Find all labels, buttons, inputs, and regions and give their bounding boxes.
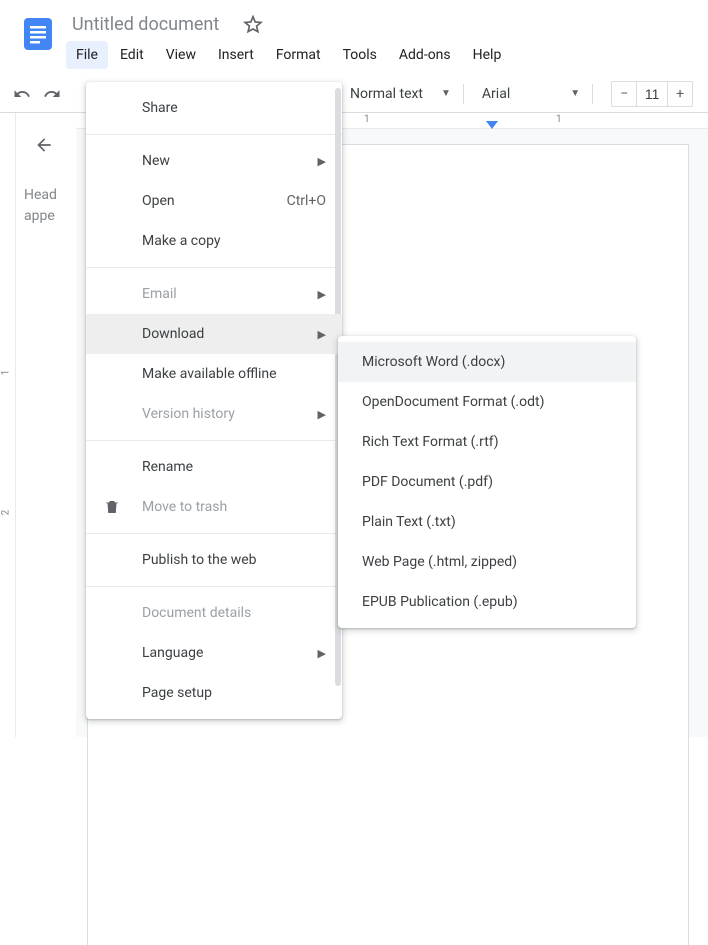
menu-item-version-history[interactable]: Version history ▶ [86, 394, 342, 434]
menu-label: Language [142, 645, 203, 661]
divider [86, 533, 342, 534]
chevron-right-icon: ▶ [318, 328, 326, 341]
menu-label: Page setup [142, 685, 212, 701]
title-row: Untitled document [66, 8, 708, 37]
font-size-decrease-button[interactable]: − [612, 82, 636, 106]
menubar: File Edit View Insert Format Tools Add-o… [66, 37, 708, 69]
outline-placeholder: Head appe [24, 185, 68, 227]
ruler-h-label: 1 [556, 114, 562, 125]
file-menu-dropdown: Share New ▶ Open Ctrl+O Make a copy Emai… [86, 82, 342, 719]
header: Untitled document File Edit View Insert … [0, 0, 708, 69]
menu-item-document-details[interactable]: Document details [86, 593, 342, 633]
separator [592, 84, 593, 104]
menu-tools[interactable]: Tools [333, 41, 387, 69]
first-line-indent-marker[interactable] [486, 119, 498, 135]
document-title[interactable]: Untitled document [66, 12, 225, 37]
menu-help[interactable]: Help [463, 41, 512, 69]
menu-label: Make a copy [142, 233, 221, 249]
menu-label: Publish to the web [142, 552, 257, 568]
shortcut-label: Ctrl+O [287, 193, 326, 209]
menu-edit[interactable]: Edit [110, 41, 154, 69]
divider [86, 440, 342, 441]
menu-item-move-to-trash[interactable]: Move to trash [86, 487, 342, 527]
menu-label: Document details [142, 605, 251, 621]
download-submenu: Microsoft Word (.docx) OpenDocument Form… [338, 336, 636, 628]
divider [86, 267, 342, 268]
menu-item-download[interactable]: Download ▶ [86, 314, 342, 354]
outline-text-line: Head [24, 185, 68, 206]
menu-item-page-setup[interactable]: Page setup [86, 673, 342, 713]
chevron-right-icon: ▶ [318, 408, 326, 421]
submenu-label: EPUB Publication (.epub) [362, 594, 518, 610]
menu-label: Open [142, 193, 175, 209]
redo-icon[interactable] [38, 80, 66, 108]
ruler-v-label: 1 [0, 370, 11, 376]
menu-label: Version history [142, 406, 235, 422]
download-docx[interactable]: Microsoft Word (.docx) [338, 342, 636, 382]
font-family-label: Arial [482, 86, 510, 102]
menu-item-rename[interactable]: Rename [86, 447, 342, 487]
submenu-label: Rich Text Format (.rtf) [362, 434, 499, 450]
outline-text-line: appe [24, 206, 68, 227]
font-size-control: − + [611, 81, 693, 107]
submenu-label: Microsoft Word (.docx) [362, 354, 505, 370]
chevron-right-icon: ▶ [318, 288, 326, 301]
submenu-label: Plain Text (.txt) [362, 514, 456, 530]
download-html[interactable]: Web Page (.html, zipped) [338, 542, 636, 582]
menu-file[interactable]: File [66, 41, 108, 69]
menu-item-language[interactable]: Language ▶ [86, 633, 342, 673]
menu-item-email[interactable]: Email ▶ [86, 274, 342, 314]
font-family-dropdown[interactable]: Arial ▼ [470, 80, 586, 108]
submenu-label: Web Page (.html, zipped) [362, 554, 517, 570]
star-icon[interactable] [241, 13, 265, 37]
chevron-right-icon: ▶ [318, 155, 326, 168]
submenu-label: PDF Document (.pdf) [362, 474, 493, 490]
download-rtf[interactable]: Rich Text Format (.rtf) [338, 422, 636, 462]
download-pdf[interactable]: PDF Document (.pdf) [338, 462, 636, 502]
ruler-h-label: 1 [364, 114, 370, 125]
submenu-label: OpenDocument Format (.odt) [362, 394, 544, 410]
download-epub[interactable]: EPUB Publication (.epub) [338, 582, 636, 622]
menu-item-publish-to-web[interactable]: Publish to the web [86, 540, 342, 580]
menu-item-new[interactable]: New ▶ [86, 141, 342, 181]
undo-icon[interactable] [8, 80, 36, 108]
trash-icon [102, 497, 122, 517]
menu-item-open[interactable]: Open Ctrl+O [86, 181, 342, 221]
menu-item-make-a-copy[interactable]: Make a copy [86, 221, 342, 261]
paragraph-style-label: Normal text [350, 86, 423, 102]
menu-addons[interactable]: Add-ons [389, 41, 461, 69]
menu-label: Move to trash [142, 499, 227, 515]
chevron-down-icon: ▼ [570, 88, 580, 99]
menu-label: Rename [142, 459, 193, 475]
chevron-right-icon: ▶ [318, 647, 326, 660]
divider [86, 586, 342, 587]
menu-view[interactable]: View [156, 41, 206, 69]
title-area: Untitled document File Edit View Insert … [66, 8, 708, 69]
outline-pane: Head appe [16, 113, 76, 737]
menu-label: Download [142, 326, 204, 342]
font-size-increase-button[interactable]: + [668, 82, 692, 106]
font-size-input[interactable] [636, 82, 668, 106]
paragraph-style-dropdown[interactable]: Normal text ▼ [338, 80, 457, 108]
menu-label: Email [142, 286, 177, 302]
ruler-v-label: 2 [0, 510, 11, 516]
download-odt[interactable]: OpenDocument Format (.odt) [338, 382, 636, 422]
chevron-down-icon: ▼ [441, 88, 451, 99]
outline-back-icon[interactable] [28, 129, 60, 161]
divider [86, 134, 342, 135]
vertical-ruler: 1 2 [0, 113, 16, 737]
menu-format[interactable]: Format [266, 41, 331, 69]
menu-label: Make available offline [142, 366, 277, 382]
download-txt[interactable]: Plain Text (.txt) [338, 502, 636, 542]
menu-item-share[interactable]: Share [86, 88, 342, 128]
menu-label: Share [142, 100, 178, 116]
separator [463, 84, 464, 104]
menu-label: New [142, 153, 170, 169]
docs-logo-icon[interactable] [18, 14, 58, 54]
menu-insert[interactable]: Insert [208, 41, 264, 69]
menu-item-make-available-offline[interactable]: Make available offline [86, 354, 342, 394]
